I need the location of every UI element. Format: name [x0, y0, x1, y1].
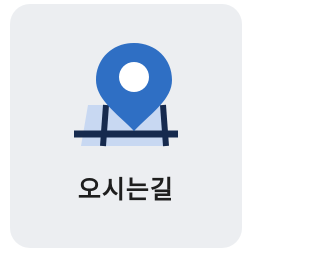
- pin-hole: [119, 62, 149, 92]
- map-road-left: [100, 104, 109, 147]
- directions-card[interactable]: 오시는길: [10, 4, 242, 248]
- map-road-right: [160, 104, 169, 147]
- card-label: 오시는길: [77, 175, 174, 204]
- map-pin-icon: [74, 43, 178, 147]
